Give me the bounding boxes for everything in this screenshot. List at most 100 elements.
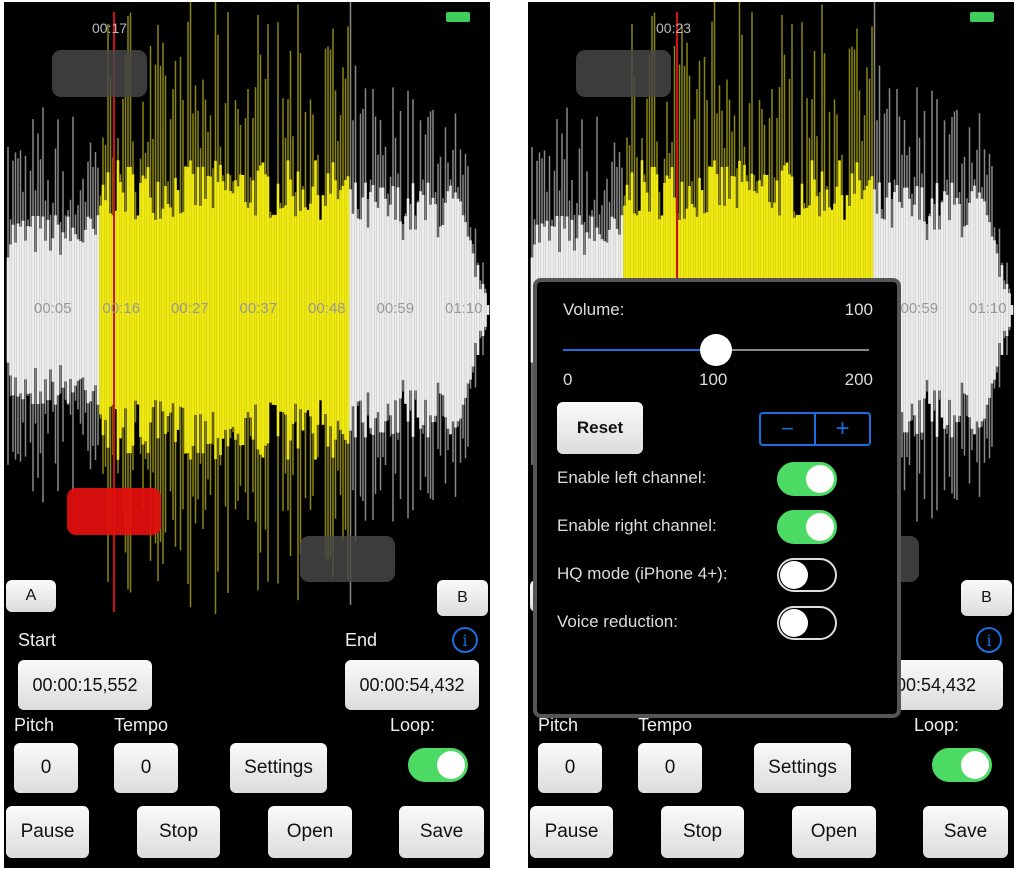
info-icon[interactable]: i xyxy=(976,627,1002,653)
waveform-bar xyxy=(21,220,25,400)
waveform-bar xyxy=(346,176,350,444)
reset-button[interactable]: Reset xyxy=(557,402,643,454)
waveform-bar xyxy=(426,182,430,438)
waveform-bar xyxy=(436,237,440,383)
settings-button[interactable]: Settings xyxy=(754,743,851,793)
pause-button[interactable]: Pause xyxy=(530,806,613,858)
waveform-bar xyxy=(161,208,165,412)
waveform-bar xyxy=(151,212,155,408)
timeline-label: 01:10 xyxy=(445,300,483,317)
option-toggle[interactable] xyxy=(777,510,837,544)
waveform-bar xyxy=(955,197,959,423)
waveform-bar xyxy=(1010,305,1014,315)
playhead-time: 00:23 xyxy=(656,20,692,36)
battery-icon xyxy=(446,12,470,22)
waveform-bar xyxy=(89,218,92,402)
toggle-knob xyxy=(437,751,465,779)
waveform-bar xyxy=(216,182,220,438)
waveform-bar xyxy=(146,167,150,453)
toggle-knob xyxy=(780,561,808,589)
set-b-button[interactable]: B xyxy=(437,580,488,616)
waveform-bar xyxy=(963,226,966,394)
option-toggle[interactable] xyxy=(777,462,837,496)
waveform-bar xyxy=(289,179,292,441)
waveform-bar xyxy=(304,207,307,413)
waveform-bar xyxy=(291,196,295,424)
battery-icon xyxy=(970,12,994,22)
timeline-label: 00:27 xyxy=(171,300,209,317)
set-b-button[interactable]: B xyxy=(961,580,1012,616)
waveform-bar xyxy=(24,240,27,380)
tempo-label: Tempo xyxy=(638,715,693,735)
waveform-bar xyxy=(416,202,420,418)
loop-toggle[interactable] xyxy=(408,748,468,782)
player-screen: 00:0500:1600:2700:3700:4800:5901:10 00:2… xyxy=(528,2,1014,868)
settings-button[interactable]: Settings xyxy=(230,743,327,793)
save-button[interactable]: Save xyxy=(923,806,1008,858)
waveform-bar xyxy=(371,185,375,435)
pitch-field[interactable]: 0 xyxy=(14,743,78,793)
waveform-bar xyxy=(429,204,432,416)
stop-button[interactable]: Stop xyxy=(661,806,744,858)
waveform-bar xyxy=(369,192,372,428)
pitch-field[interactable]: 0 xyxy=(538,743,602,793)
slider-thumb[interactable] xyxy=(700,334,732,366)
option-label: Voice reduction: xyxy=(557,612,678,631)
pause-button[interactable]: Pause xyxy=(6,806,89,858)
waveform-bar xyxy=(79,241,82,379)
stop-button[interactable]: Stop xyxy=(137,806,220,858)
start-handle[interactable] xyxy=(52,50,147,97)
waveform-bar xyxy=(943,191,946,429)
pitch-label: Pitch xyxy=(14,715,55,735)
start-time-field[interactable]: 00:00:15,552 xyxy=(18,660,152,710)
waveform-bar xyxy=(74,234,77,386)
waveform-bar xyxy=(960,237,964,383)
info-icon[interactable]: i xyxy=(452,627,478,653)
decrement-button[interactable]: − xyxy=(761,414,816,444)
waveform-bar xyxy=(945,194,949,426)
waveform-bar xyxy=(419,191,422,429)
slider-min: 0 xyxy=(563,370,573,389)
set-a-button[interactable]: A xyxy=(6,580,56,612)
volume-slider[interactable] xyxy=(563,334,869,366)
waveform-bar xyxy=(29,226,32,394)
loop-toggle[interactable] xyxy=(932,748,992,782)
option-label: HQ mode (iPhone 4+): xyxy=(557,564,728,583)
toggle-knob xyxy=(806,513,834,541)
option-toggle[interactable] xyxy=(777,606,837,640)
waveform-bar xyxy=(149,197,152,423)
waveform-bar xyxy=(948,220,951,400)
waveform-bar xyxy=(91,228,95,392)
waveform-bar xyxy=(414,229,417,391)
waveform-bar xyxy=(294,216,297,404)
end-label: End xyxy=(345,630,378,650)
waveform-bar xyxy=(356,218,360,402)
volume-value: 100 xyxy=(844,300,873,319)
option-toggle[interactable] xyxy=(777,558,837,592)
waveform-bar xyxy=(84,229,87,391)
waveform-bar xyxy=(166,204,170,416)
waveform-bar xyxy=(94,234,97,386)
waveform-bar xyxy=(209,176,212,444)
volume-label: Volume: xyxy=(563,300,625,319)
waveform-bar xyxy=(361,197,365,423)
slider-mid: 100 xyxy=(699,370,728,389)
waveform-bar xyxy=(9,244,12,376)
start-handle[interactable] xyxy=(576,50,671,97)
open-button[interactable]: Open xyxy=(268,806,352,858)
marker-handle[interactable] xyxy=(67,488,161,535)
waveform-bar xyxy=(71,227,75,393)
end-handle[interactable] xyxy=(300,536,395,582)
waveform-bar xyxy=(26,226,30,394)
waveform-bar xyxy=(938,229,941,391)
increment-button[interactable]: + xyxy=(816,414,869,444)
waveform-bar xyxy=(359,219,362,401)
toggle-knob xyxy=(780,609,808,637)
toggle-knob xyxy=(961,751,989,779)
save-button[interactable]: Save xyxy=(399,806,484,858)
open-button[interactable]: Open xyxy=(792,806,876,858)
waveform-bar xyxy=(219,164,222,456)
end-time-field[interactable]: 00:00:54,432 xyxy=(345,660,479,710)
tempo-field[interactable]: 0 xyxy=(638,743,702,793)
tempo-field[interactable]: 0 xyxy=(114,743,178,793)
